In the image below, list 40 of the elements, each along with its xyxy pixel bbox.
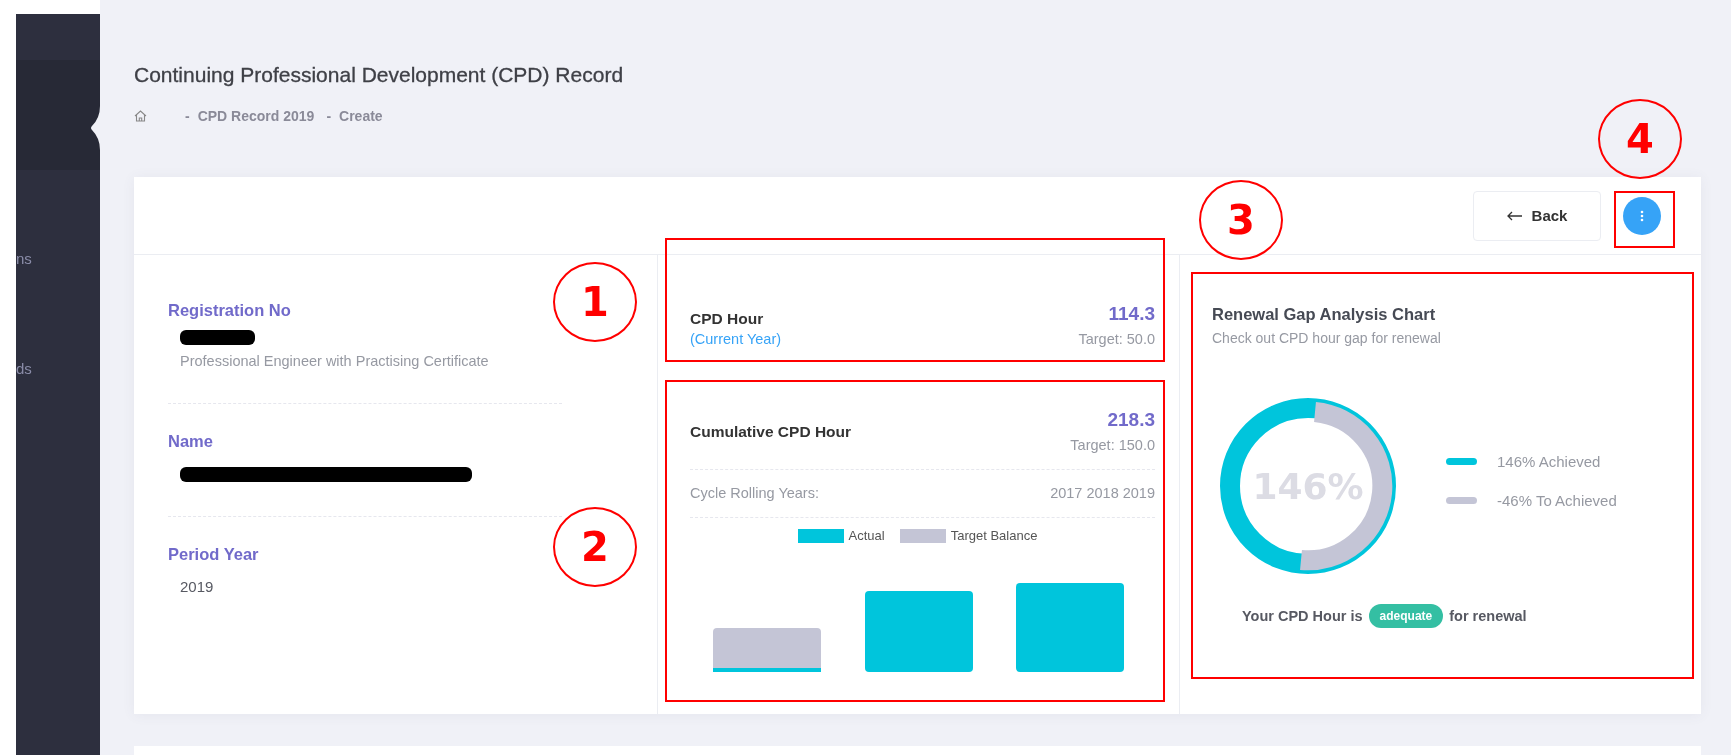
status-badge: adequate bbox=[1368, 604, 1444, 628]
legend-label: 146% Achieved bbox=[1497, 453, 1601, 470]
cycle-years: 2017 2018 2019 bbox=[1050, 485, 1155, 501]
page-title: Continuing Professional Development (CPD) Record bbox=[134, 63, 625, 87]
breadcrumb-separator: - bbox=[326, 108, 332, 124]
sidebar-item[interactable]: ds bbox=[16, 360, 32, 377]
field-value: 2019 bbox=[180, 578, 215, 595]
status-text: Your CPD Hour is bbox=[1242, 608, 1363, 624]
stat-title: Cumulative CPD Hour bbox=[690, 423, 852, 441]
breadcrumb-link[interactable]: Create bbox=[339, 108, 383, 124]
stat-subtitle: (Current Year) bbox=[690, 331, 782, 347]
status-text: for renewal bbox=[1449, 608, 1527, 624]
stat-target: Target: 50.0 bbox=[1078, 331, 1155, 347]
chart-subtitle: Check out CPD hour gap for renewal bbox=[1212, 330, 1442, 346]
field-label: Registration No bbox=[168, 301, 292, 320]
breadcrumb-link[interactable]: CPD Record 2019 bbox=[197, 108, 315, 124]
cycle-label: Cycle Rolling Years: bbox=[690, 485, 819, 501]
stat-target: Target: 150.0 bbox=[1070, 437, 1155, 453]
home-icon[interactable] bbox=[134, 110, 147, 122]
sidebar-item[interactable]: ns bbox=[16, 250, 32, 267]
breadcrumb-separator: - bbox=[185, 108, 190, 124]
field-label: Period Year bbox=[168, 545, 260, 564]
highlight-frame bbox=[1614, 191, 1675, 248]
field-label: Name bbox=[168, 432, 214, 451]
legend-label: Actual bbox=[848, 528, 885, 543]
stat-title: CPD Hour bbox=[690, 310, 765, 328]
callout-number: 4 bbox=[1598, 99, 1682, 179]
field-note: Professional Engineer with Practising Certificate bbox=[180, 353, 490, 369]
callout-number: 3 bbox=[1199, 180, 1283, 260]
stat-value: 114.3 bbox=[1108, 303, 1155, 325]
callout-number: 2 bbox=[553, 507, 637, 587]
arrow-left-icon bbox=[1506, 210, 1523, 221]
legend-label: -46% To Achieved bbox=[1497, 492, 1617, 509]
more-options-button[interactable] bbox=[1623, 196, 1661, 235]
chart-title: Renewal Gap Analysis Chart bbox=[1212, 305, 1437, 324]
back-button[interactable]: Back bbox=[1473, 190, 1601, 241]
stat-value: 218.3 bbox=[1107, 409, 1155, 431]
callout-number: 1 bbox=[553, 262, 637, 342]
legend-label: Target Balance bbox=[950, 528, 1038, 543]
vertical-dots-icon bbox=[1640, 209, 1644, 222]
